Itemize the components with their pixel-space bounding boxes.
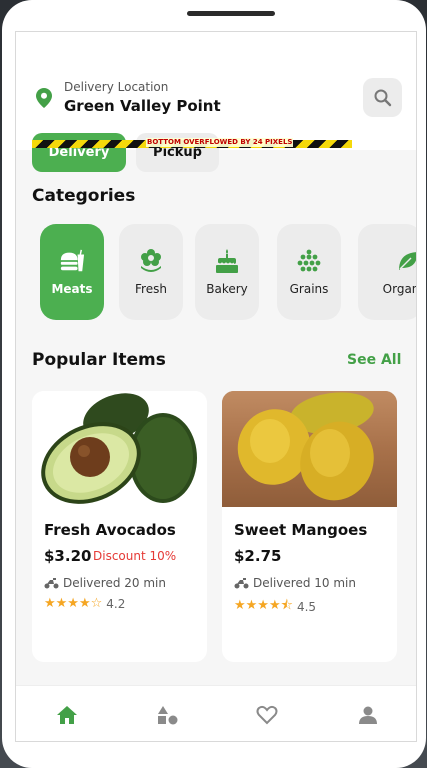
product-name: Fresh Avocados xyxy=(44,521,176,539)
heart-icon xyxy=(256,705,278,725)
category-fresh[interactable]: Fresh xyxy=(119,224,183,320)
nav-categories[interactable] xyxy=(156,703,180,727)
star-rating-icon: ★★★★⯪ xyxy=(234,598,293,613)
product-price: $3.20 xyxy=(44,547,92,565)
category-label: Fresh xyxy=(135,282,167,296)
rating-value: 4.5 xyxy=(296,600,317,614)
mango-image xyxy=(222,391,397,507)
nav-favorites[interactable] xyxy=(255,703,279,727)
nav-profile[interactable] xyxy=(356,703,380,727)
home-icon xyxy=(57,706,77,724)
delivery-info: Delivered 20 min xyxy=(44,576,166,590)
location-pin-icon xyxy=(36,88,52,108)
category-icon xyxy=(158,706,178,725)
star-rating-icon: ★★★★☆ xyxy=(44,596,103,611)
product-card-avocados[interactable]: Fresh Avocados $3.20 Discount 10% Delive… xyxy=(32,391,207,662)
category-meats[interactable]: Meats xyxy=(40,224,104,320)
category-label: Organic xyxy=(382,282,416,296)
product-name: Sweet Mangoes xyxy=(234,521,368,539)
categories-title: Categories xyxy=(32,186,136,206)
bottom-navigation xyxy=(16,685,416,741)
see-all-link[interactable]: See All xyxy=(347,352,401,368)
category-bakery[interactable]: Bakery xyxy=(195,224,259,320)
rating: ★★★★☆ 4.2 xyxy=(44,596,125,611)
tab-delivery[interactable]: Delivery xyxy=(32,133,126,172)
delivery-info: Delivered 10 min xyxy=(234,576,356,590)
fastfood-icon xyxy=(59,248,85,274)
phone-frame: Delivery Location Green Valley Point Del… xyxy=(2,0,426,768)
overflow-warning-text: BOTTOM OVERFLOWED BY 24 PIXELS xyxy=(146,138,294,147)
avocado-image xyxy=(32,391,207,507)
app-screen: Delivery Location Green Valley Point Del… xyxy=(15,31,417,742)
cake-icon xyxy=(214,248,240,274)
search-icon xyxy=(374,89,391,106)
scooter-icon xyxy=(234,578,249,589)
delivery-time: Delivered 10 min xyxy=(253,576,356,590)
search-button[interactable] xyxy=(363,78,402,117)
delivery-location-value[interactable]: Green Valley Point xyxy=(64,97,221,115)
popular-items-title: Popular Items xyxy=(32,350,166,370)
phone-notch xyxy=(187,11,275,16)
profile-icon xyxy=(359,706,377,724)
category-organic[interactable]: Organic xyxy=(358,224,416,320)
rating: ★★★★⯪ 4.5 xyxy=(234,596,316,618)
category-label: Bakery xyxy=(206,282,248,296)
flower-icon xyxy=(138,248,164,274)
product-card-mangoes[interactable]: Sweet Mangoes $2.75 Delivered 10 min ★★★… xyxy=(222,391,397,662)
grain-icon xyxy=(296,248,322,274)
discount-label: Discount 10% xyxy=(93,549,177,563)
category-grains[interactable]: Grains xyxy=(277,224,341,320)
scooter-icon xyxy=(44,578,59,589)
rating-value: 4.2 xyxy=(106,596,126,611)
delivery-location-label: Delivery Location xyxy=(64,80,169,94)
category-label: Grains xyxy=(289,282,329,296)
product-price: $2.75 xyxy=(234,547,282,565)
nav-home[interactable] xyxy=(55,703,79,727)
category-label: Meats xyxy=(51,282,93,296)
leaf-icon xyxy=(395,248,416,274)
delivery-time: Delivered 20 min xyxy=(63,576,166,590)
